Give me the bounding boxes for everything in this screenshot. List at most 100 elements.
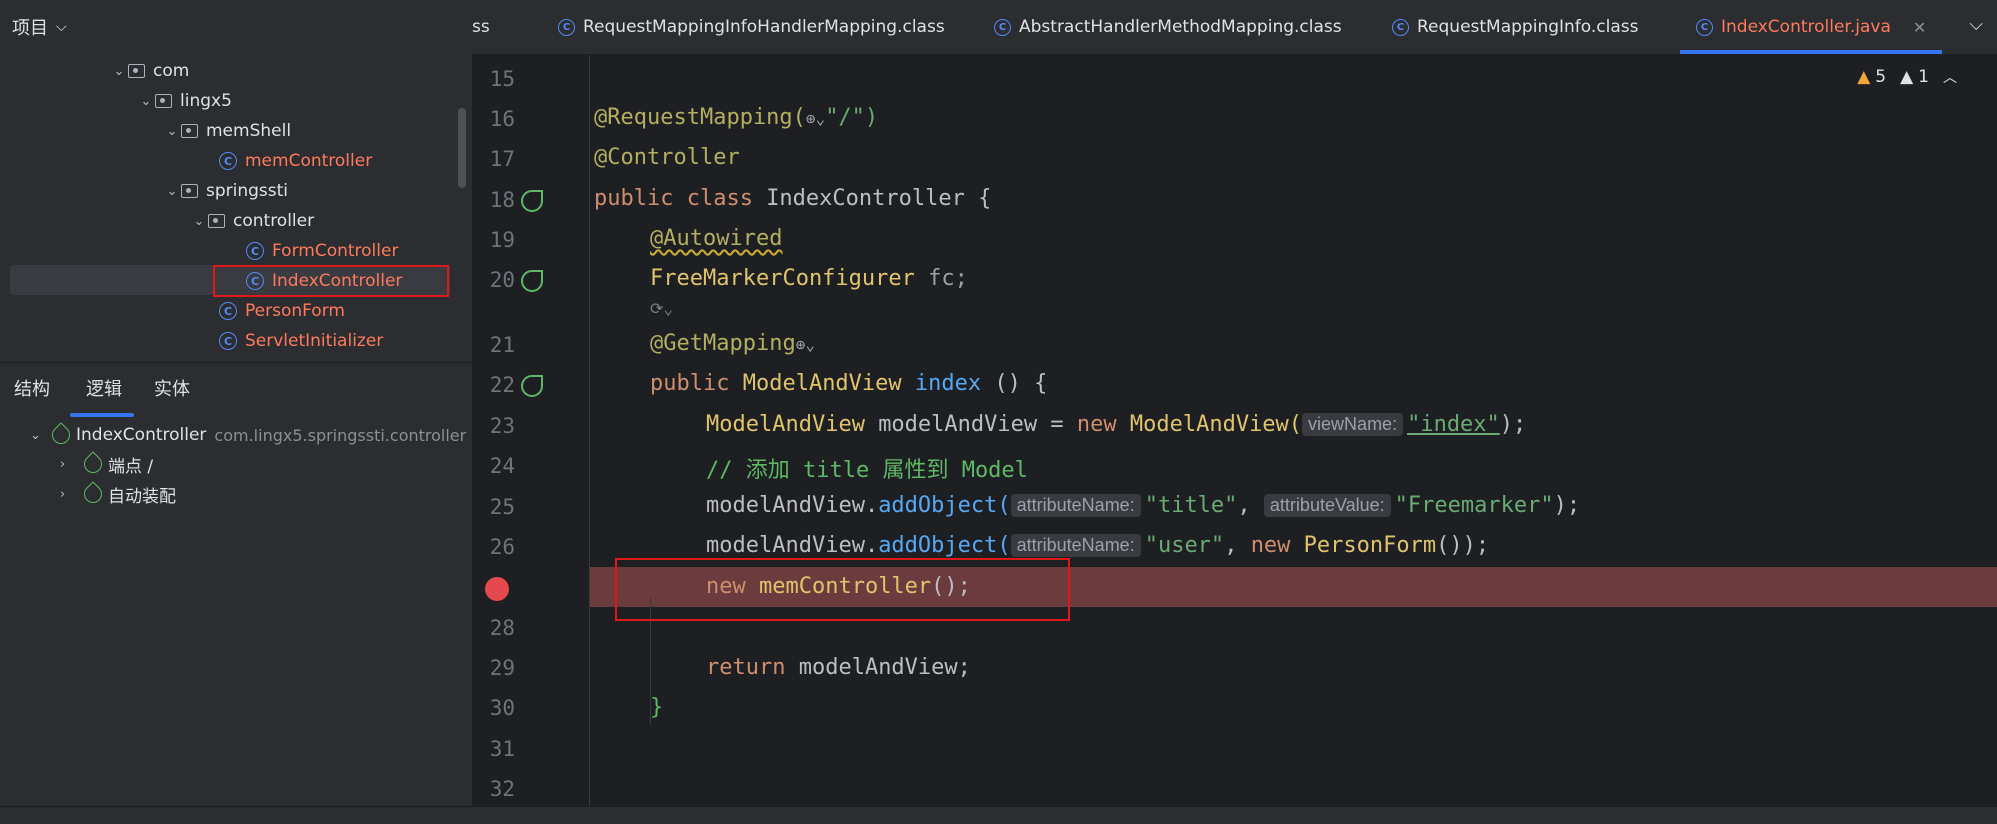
type-token: FreeMarkerConfigurer [650, 266, 929, 291]
tab-requestmappinginfo[interactable]: C RequestMappingInfo.class [1392, 0, 1639, 54]
inspection-widget[interactable]: ▲ 5 ▲ 1 ︿ [1857, 67, 1957, 87]
tree-item-springssti[interactable]: ⌄ springssti [163, 178, 288, 204]
class-decl-token: IndexController { [766, 186, 992, 211]
keyword-token: public class [594, 186, 767, 211]
endpoint-icon [80, 451, 106, 477]
chevron-down-icon[interactable]: ⌄ [163, 124, 181, 139]
code-line-29: return modelAndView; [706, 655, 971, 680]
line-number: 18 [489, 188, 515, 212]
code-editor[interactable]: ▲ 5 ▲ 1 ︿ 15 16 17 18 19 20 21 22 23 24 25… [473, 55, 1997, 806]
tab-indexcontroller-java[interactable]: C IndexController.java ✕ [1680, 0, 1943, 54]
tab-truncated[interactable]: ss [472, 0, 490, 54]
code-line-19: @Autowired [650, 226, 782, 251]
tree-item-com[interactable]: ⌄ com [110, 58, 190, 84]
structure-tabs: 结构 逻辑 实体 [0, 362, 472, 417]
highlight-box [213, 265, 449, 297]
annotation-token: @Controller [594, 145, 740, 170]
string-token: "user" [1144, 533, 1225, 558]
structure-root-package: com.lingx5.springssti.controller [214, 425, 467, 445]
warning-count-value: 5 [1875, 67, 1887, 87]
chevron-down-icon[interactable]: ⌄ [110, 64, 128, 79]
tree-scrollbar-thumb[interactable] [458, 108, 466, 188]
chevron-down-icon[interactable]: ⌄ [137, 94, 155, 109]
chevron-down-icon[interactable]: ⌵ [1969, 14, 1983, 35]
inlay-actions-icon[interactable]: ⟳⌄ [650, 299, 673, 318]
punct-token: ); [1499, 412, 1527, 437]
tree-item-lingx5[interactable]: ⌄ lingx5 [137, 88, 232, 114]
tree-item-servletinitializer[interactable]: C ServletInitializer [219, 328, 383, 354]
autowire-icon [80, 481, 106, 507]
string-token: "title" [1144, 493, 1238, 518]
code-line-30: } [650, 695, 664, 720]
tree-item-label: FormController [272, 241, 399, 261]
code-line-26: modelAndView.addObject(attributeName: "us… [706, 533, 1489, 558]
tab-entity[interactable]: 实体 [140, 363, 208, 417]
line-number: 21 [489, 333, 515, 357]
tab-requestmappinginfohandlermapping[interactable]: C RequestMappingInfoHandlerMapping.class [558, 0, 945, 54]
package-folder-icon [181, 124, 198, 138]
weak-warning-count[interactable]: ▲ 1 [1900, 67, 1929, 87]
field-token: fc; [928, 266, 968, 291]
method-name-token: addObject( [878, 533, 1011, 558]
structure-item-label: 自动装配 [108, 486, 176, 507]
tree-item-label: memShell [206, 121, 292, 141]
package-folder-icon [181, 184, 198, 198]
chevron-down-icon[interactable]: ⌄ [163, 184, 181, 199]
tab-label: AbstractHandlerMethodMapping.class [1019, 17, 1342, 37]
navigate-gutter-icon[interactable] [521, 270, 543, 292]
class-icon: C [219, 152, 237, 170]
chevron-up-icon[interactable]: ︿ [1943, 67, 1957, 87]
var-token: modelAndView. [706, 533, 879, 558]
globe-icon[interactable]: ⊕⌄ [796, 335, 815, 354]
status-bar [0, 806, 1997, 824]
spring-bean-gutter-icon[interactable] [521, 190, 543, 212]
class-file-icon: C [994, 18, 1011, 36]
code-line-23: ModelAndView modelAndView = new ModelAnd… [706, 412, 1526, 437]
tree-item-memcontroller[interactable]: C memController [219, 148, 372, 174]
highlight-box [615, 558, 1070, 621]
keyword-token: new [1076, 412, 1130, 437]
keyword-token: public [650, 371, 743, 396]
line-number: 20 [489, 268, 515, 292]
breakpoint-icon[interactable] [485, 577, 509, 601]
punct-token: ); [1553, 493, 1581, 518]
method-name-token: index [914, 371, 982, 396]
chevron-down-icon[interactable]: ⌄ [30, 428, 52, 443]
code-line-24: // 添加 title 属性到 Model [706, 458, 1028, 483]
parameter-hint: attributeValue: [1263, 494, 1391, 517]
line-number: 25 [489, 495, 515, 519]
line-number: 16 [489, 107, 515, 131]
tab-label: RequestMappingInfo.class [1417, 17, 1639, 37]
tab-label: IndexController.java [1721, 17, 1891, 37]
warning-count[interactable]: ▲ 5 [1857, 67, 1886, 87]
globe-icon[interactable]: ⊕⌄ [806, 109, 825, 128]
annotation-token: @GetMapping [650, 331, 796, 356]
chevron-right-icon[interactable]: › [60, 487, 84, 502]
class-icon: C [219, 332, 237, 350]
structure-item-endpoint[interactable]: › 端点 / [60, 450, 153, 478]
code-line-20: FreeMarkerConfigurer fc; [650, 266, 968, 291]
tab-abstracthandlermethodmapping[interactable]: C AbstractHandlerMethodMapping.class [994, 0, 1342, 54]
warning-icon: ▲ [1857, 67, 1871, 87]
class-file-icon: C [558, 18, 575, 36]
structure-item-label: 端点 / [108, 456, 154, 477]
tree-item-formcontroller[interactable]: C FormController [246, 238, 398, 264]
tree-item-personform[interactable]: C PersonForm [219, 298, 345, 324]
chevron-right-icon[interactable]: › [60, 457, 84, 472]
weak-warning-icon: ▲ [1900, 67, 1914, 87]
method-name-token: addObject( [878, 493, 1011, 518]
chevron-down-icon[interactable]: ⌄ [190, 214, 208, 229]
structure-item-autowire[interactable]: › 自动装配 [60, 480, 176, 508]
tab-logic[interactable]: 逻辑 [68, 363, 140, 417]
keyword-token: return [706, 655, 799, 680]
endpoint-gutter-icon[interactable] [521, 375, 543, 397]
tab-structure[interactable]: 结构 [0, 363, 68, 417]
close-icon[interactable]: ✕ [1913, 18, 1926, 37]
code-line-17: @Controller [594, 145, 740, 170]
type-token: PersonForm [1303, 533, 1437, 558]
structure-root[interactable]: ⌄ IndexController com.lingx5.springssti.… [30, 421, 466, 449]
tree-item-memshell[interactable]: ⌄ memShell [163, 118, 292, 144]
tree-item-controller[interactable]: ⌄ controller [190, 208, 315, 234]
string-token: "Freemarker" [1394, 493, 1554, 518]
tab-label: ss [472, 17, 490, 37]
